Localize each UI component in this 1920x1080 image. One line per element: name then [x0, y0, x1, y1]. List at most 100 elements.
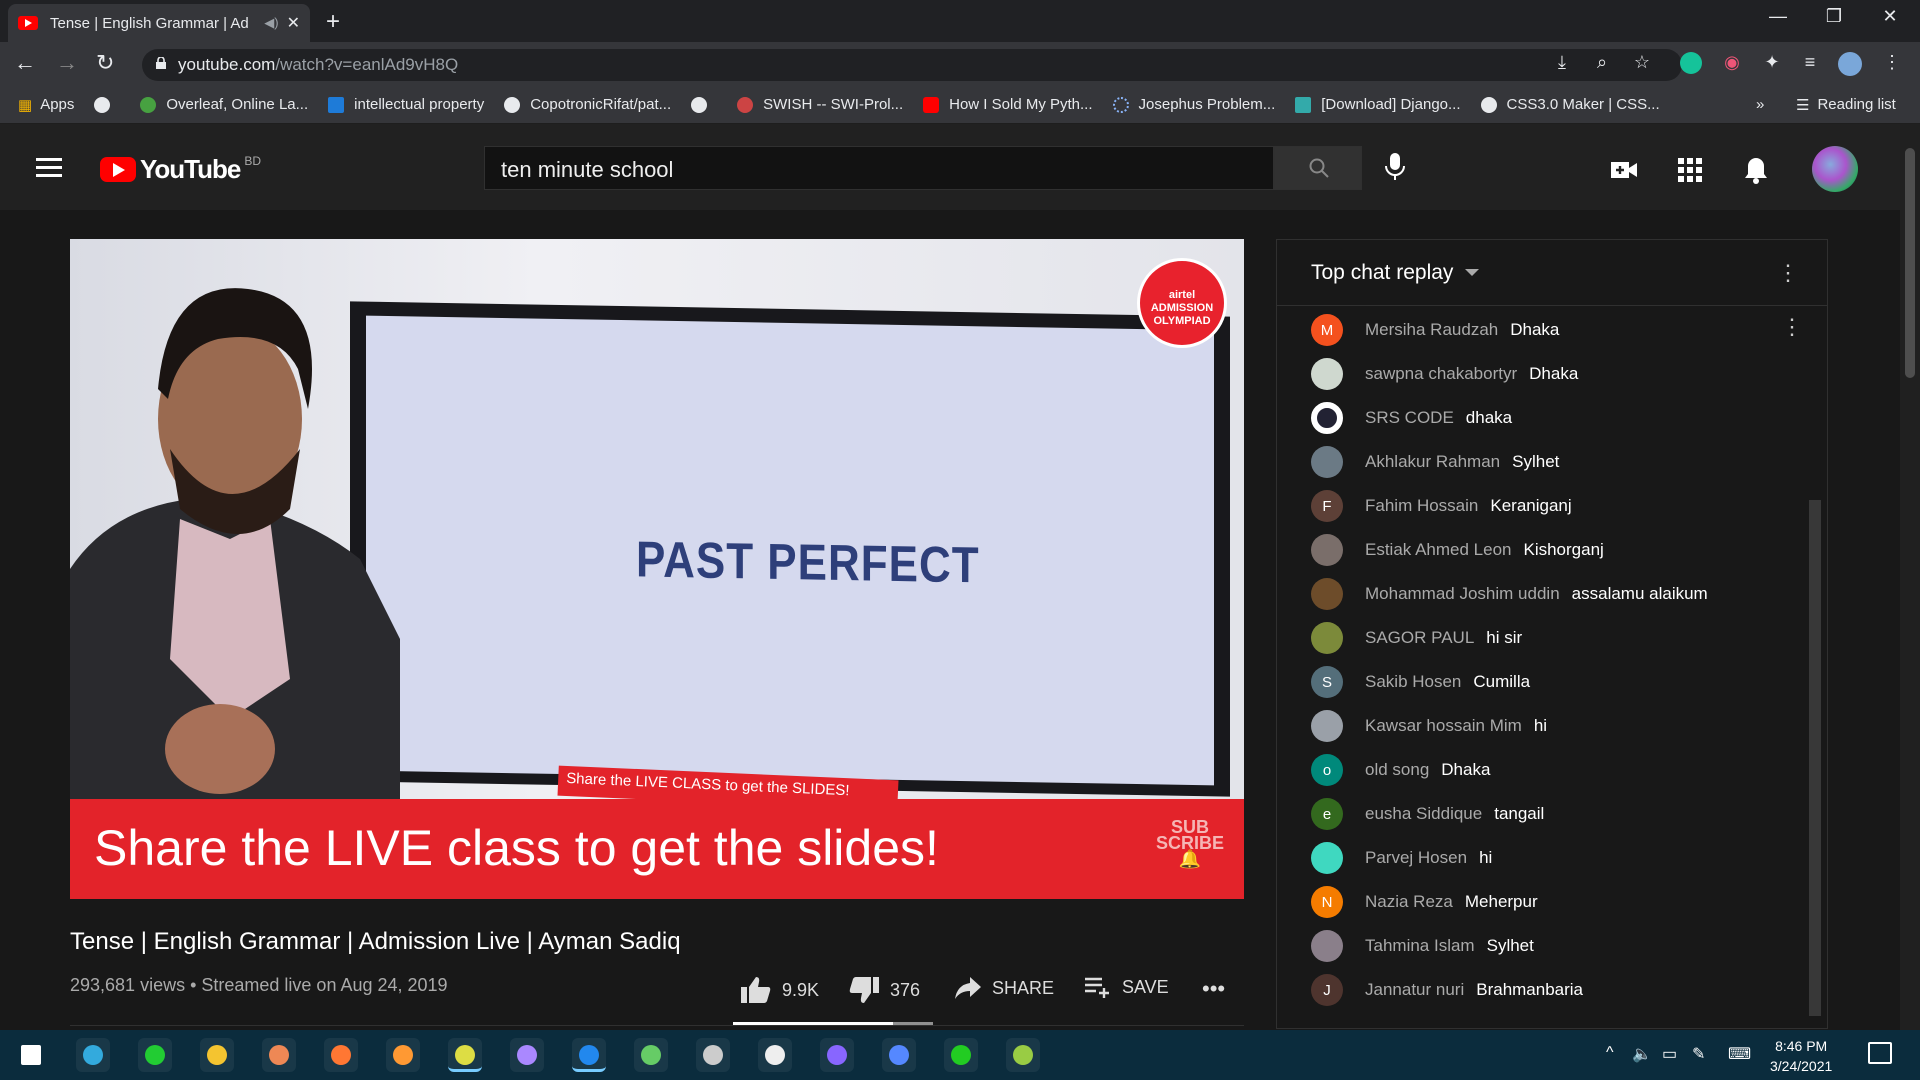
network-icon[interactable]: ▭: [1662, 1044, 1677, 1064]
author-name[interactable]: Akhlakur Rahman: [1365, 452, 1500, 472]
bookmark-globe-2[interactable]: [691, 96, 717, 113]
chat-message[interactable]: SRS CODE dhaka: [1311, 396, 1512, 440]
author-name[interactable]: eusha Siddique: [1365, 804, 1482, 824]
bookmark-css3-maker[interactable]: CSS3.0 Maker | CSS...: [1480, 96, 1660, 113]
author-avatar[interactable]: [1311, 622, 1343, 654]
author-avatar[interactable]: M: [1311, 314, 1343, 346]
chat-message[interactable]: M Mersiha Raudzah Dhaka: [1311, 308, 1559, 352]
author-avatar[interactable]: F: [1311, 490, 1343, 522]
author-name[interactable]: Parvej Hosen: [1365, 848, 1467, 868]
bookmark-apps[interactable]: ▦ Apps: [18, 96, 74, 114]
author-avatar[interactable]: o: [1311, 754, 1343, 786]
install-icon[interactable]: ⤓: [1550, 52, 1574, 76]
create-video-icon[interactable]: [1608, 154, 1640, 186]
author-avatar[interactable]: S: [1311, 666, 1343, 698]
bookmark-josephus[interactable]: Josephus Problem...: [1112, 96, 1275, 113]
extension-icon[interactable]: ◉: [1720, 52, 1744, 76]
microphone-icon[interactable]: [1384, 152, 1406, 182]
chat-message[interactable]: Estiak Ahmed Leon Kishorganj: [1311, 528, 1604, 572]
apps-icon[interactable]: [1674, 154, 1706, 186]
new-tab-button[interactable]: +: [326, 8, 340, 36]
tray-chevron-icon[interactable]: ^: [1606, 1044, 1614, 1062]
restore-button[interactable]: ❐: [1814, 6, 1854, 27]
bookmark-intellectual-property[interactable]: intellectual property: [328, 96, 484, 113]
like-button[interactable]: 9.9K: [740, 976, 819, 1004]
author-name[interactable]: Estiak Ahmed Leon: [1365, 540, 1511, 560]
back-button[interactable]: ←: [14, 50, 36, 76]
notification-center-icon[interactable]: [1868, 1042, 1892, 1064]
author-avatar[interactable]: [1311, 930, 1343, 962]
share-button[interactable]: SHARE: [954, 976, 1054, 1000]
reload-button[interactable]: ↻: [96, 50, 114, 76]
profile-icon[interactable]: [1838, 52, 1862, 76]
keyboard-icon[interactable]: ⌨: [1728, 1044, 1751, 1064]
extensions-puzzle-icon[interactable]: ✦: [1760, 52, 1784, 76]
bookmark-youtube[interactable]: How I Sold My Pyth...: [923, 96, 1093, 113]
author-avatar[interactable]: [1311, 710, 1343, 742]
message-more-icon[interactable]: ⋮: [1781, 314, 1803, 340]
author-avatar[interactable]: N: [1311, 886, 1343, 918]
brave-icon[interactable]: [262, 1038, 296, 1072]
bookmark-globe[interactable]: [94, 96, 120, 113]
file-explorer-icon[interactable]: [200, 1038, 234, 1072]
bookmark-overleaf[interactable]: Overleaf, Online La...: [140, 96, 308, 113]
tab-close-icon[interactable]: ✕: [287, 13, 300, 33]
account-avatar[interactable]: [1812, 146, 1858, 192]
bookmark-django[interactable]: [Download] Django...: [1295, 96, 1461, 113]
page-scrollbar-thumb[interactable]: [1905, 148, 1915, 378]
zoom-icon[interactable]: ⌕: [1590, 52, 1614, 76]
author-name[interactable]: SAGOR PAUL: [1365, 628, 1474, 648]
grammarly-icon[interactable]: [1680, 52, 1702, 74]
pycharm-icon[interactable]: [944, 1038, 978, 1072]
notepad-icon[interactable]: [1006, 1038, 1040, 1072]
author-avatar[interactable]: [1311, 534, 1343, 566]
minimize-button[interactable]: —: [1758, 6, 1798, 27]
bookmark-star-icon[interactable]: ☆: [1630, 52, 1654, 76]
chat-message[interactable]: SAGOR PAUL hi sir: [1311, 616, 1522, 660]
author-avatar[interactable]: [1311, 402, 1343, 434]
author-avatar[interactable]: [1311, 842, 1343, 874]
bookmark-github[interactable]: CopotronicRifat/pat...: [504, 96, 671, 113]
windows-icon[interactable]: [14, 1038, 48, 1072]
close-window-button[interactable]: ✕: [1870, 6, 1910, 27]
chat-message[interactable]: J Jannatur nuri Brahmanbaria: [1311, 968, 1583, 1012]
author-name[interactable]: Nazia Reza: [1365, 892, 1453, 912]
chrome-menu-icon[interactable]: ⋮: [1880, 52, 1904, 76]
chat-scrollbar[interactable]: [1809, 500, 1821, 1016]
author-name[interactable]: sawpna chakabortyr: [1365, 364, 1517, 384]
chat-message[interactable]: e eusha Siddique tangail: [1311, 792, 1544, 836]
browser-tab[interactable]: Tense | English Grammar | Ad ◀) ✕: [8, 4, 310, 42]
author-avatar[interactable]: [1311, 358, 1343, 390]
tab-audio-icon[interactable]: ◀): [264, 15, 278, 31]
reading-list[interactable]: ☰ Reading list: [1796, 96, 1896, 114]
chat-message[interactable]: S Sakib Hosen Cumilla: [1311, 660, 1530, 704]
author-name[interactable]: SRS CODE: [1365, 408, 1454, 428]
author-name[interactable]: Fahim Hossain: [1365, 496, 1478, 516]
chat-message[interactable]: Akhlakur Rahman Sylhet: [1311, 440, 1559, 484]
more-actions-icon[interactable]: •••: [1202, 976, 1225, 1002]
bookmark-swish[interactable]: SWISH -- SWI-Prol...: [737, 96, 903, 113]
webstorm-icon[interactable]: [696, 1038, 730, 1072]
taskbar-clock[interactable]: 8:46 PM 3/24/2021: [1770, 1036, 1832, 1076]
whatsapp-icon[interactable]: [138, 1038, 172, 1072]
chat-message[interactable]: Tahmina Islam Sylhet: [1311, 924, 1534, 968]
messenger-icon[interactable]: [882, 1038, 916, 1072]
author-name[interactable]: Jannatur nuri: [1365, 980, 1464, 1000]
author-avatar[interactable]: [1311, 446, 1343, 478]
visual-studio-icon[interactable]: [820, 1038, 854, 1072]
author-name[interactable]: Mohammad Joshim uddin: [1365, 584, 1560, 604]
earth-icon[interactable]: [634, 1038, 668, 1072]
page-scrollbar[interactable]: [1900, 124, 1920, 1030]
volume-icon[interactable]: 🔈: [1632, 1044, 1652, 1064]
forward-button[interactable]: →: [56, 50, 78, 76]
firefox-icon[interactable]: [324, 1038, 358, 1072]
chat-message[interactable]: Kawsar hossain Mim hi: [1311, 704, 1547, 748]
author-name[interactable]: old song: [1365, 760, 1429, 780]
chrome-icon[interactable]: [448, 1038, 482, 1072]
chat-message[interactable]: Parvej Hosen hi: [1311, 836, 1492, 880]
dislike-button[interactable]: 376: [848, 976, 920, 1004]
chat-message[interactable]: F Fahim Hossain Keraniganj: [1311, 484, 1572, 528]
author-name[interactable]: Sakib Hosen: [1365, 672, 1461, 692]
chat-message[interactable]: Mohammad Joshim uddin assalamu alaikum: [1311, 572, 1708, 616]
author-avatar[interactable]: J: [1311, 974, 1343, 1006]
